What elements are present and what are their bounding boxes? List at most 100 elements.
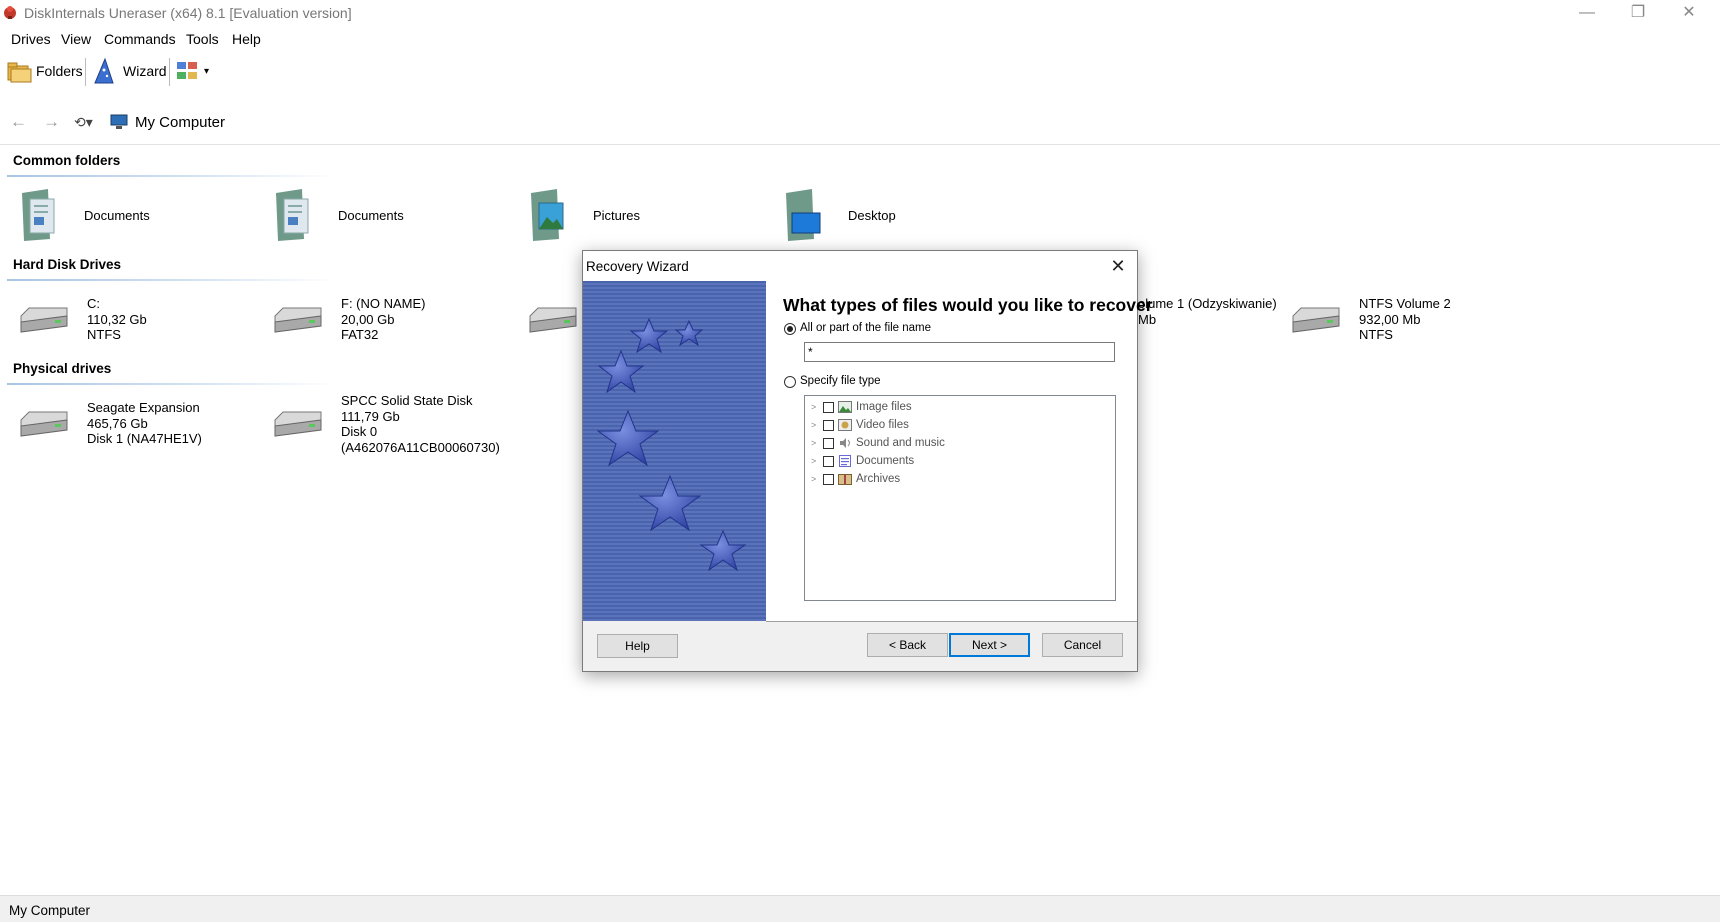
dialog-footer-divider bbox=[766, 621, 1137, 622]
drive-serial: (A462076A11CB00060730) bbox=[341, 439, 500, 455]
section-underline bbox=[7, 279, 337, 281]
window-title: DiskInternals Uneraser (x64) 8.1 [Evalua… bbox=[24, 5, 352, 21]
menu-view[interactable]: View bbox=[61, 31, 91, 47]
file-name-radio-label[interactable]: All or part of the file name bbox=[800, 322, 931, 334]
folder-item-desktop[interactable]: Desktop bbox=[782, 187, 896, 243]
drive-item-c[interactable]: C: 110,32 Gb NTFS bbox=[17, 296, 147, 343]
drive-name: NTFS Volume 2 bbox=[1359, 296, 1451, 311]
chevron-right-icon[interactable]: > bbox=[811, 456, 819, 466]
folders-button[interactable]: Folders bbox=[6, 56, 83, 86]
drive-size: 20,00 Gb bbox=[341, 311, 395, 327]
drive-size: 932,00 Mb bbox=[1359, 311, 1421, 327]
view-mode-button[interactable]: ▾ bbox=[176, 56, 209, 86]
file-type-tree[interactable]: > Image files > Video files > Sound and … bbox=[804, 395, 1116, 601]
status-bar bbox=[0, 895, 1720, 922]
drive-info: NTFS Volume 2 932,00 Mb NTFS bbox=[1359, 296, 1451, 343]
folder-item-documents[interactable]: Documents bbox=[272, 187, 404, 243]
folder-label: Desktop bbox=[848, 208, 896, 223]
folders-icon bbox=[7, 62, 32, 83]
desktop-folder-icon bbox=[786, 189, 821, 241]
dialog-title: Recovery Wizard bbox=[586, 259, 689, 274]
folder-item-pictures[interactable]: Pictures bbox=[527, 187, 640, 243]
folder-label: Pictures bbox=[593, 208, 640, 223]
file-type-radio-label[interactable]: Specify file type bbox=[800, 375, 881, 387]
file-name-input[interactable] bbox=[804, 342, 1115, 362]
computer-icon bbox=[110, 114, 128, 129]
restore-button[interactable]: ❐ bbox=[1615, 0, 1661, 26]
image-file-icon bbox=[838, 401, 852, 413]
folder-item-documents[interactable]: Documents bbox=[18, 187, 150, 243]
section-underline bbox=[7, 383, 337, 385]
history-icon[interactable]: ⟲▾ bbox=[74, 114, 93, 131]
tree-item-image-files[interactable]: > Image files bbox=[811, 399, 912, 415]
tree-label: Documents bbox=[856, 455, 915, 467]
drive-info: Seagate Expansion 465,76 Gb Disk 1 (NA47… bbox=[87, 400, 202, 447]
chevron-right-icon[interactable]: > bbox=[811, 402, 819, 412]
file-name-radio[interactable] bbox=[784, 323, 796, 335]
tree-label: Video files bbox=[856, 419, 909, 431]
documents-folder-icon bbox=[22, 189, 55, 241]
menu-help[interactable]: Help bbox=[232, 31, 261, 47]
minimize-button[interactable]: — bbox=[1564, 0, 1610, 26]
tree-item-sound-and-music[interactable]: > Sound and music bbox=[811, 435, 945, 451]
checkbox[interactable] bbox=[823, 401, 834, 413]
section-title-physical-drives: Physical drives bbox=[13, 361, 112, 376]
title-bar: DiskInternals Uneraser (x64) 8.1 [Evalua… bbox=[0, 0, 1720, 26]
section-title-common-folders: Common folders bbox=[13, 153, 121, 168]
checkbox[interactable] bbox=[823, 455, 834, 467]
menu-commands[interactable]: Commands bbox=[104, 31, 176, 47]
tree-label: Image files bbox=[856, 401, 912, 413]
file-type-radio[interactable] bbox=[784, 376, 796, 388]
dialog-close-button[interactable]: ✕ bbox=[1103, 254, 1133, 278]
checkbox[interactable] bbox=[823, 473, 834, 485]
folder-label: Documents bbox=[338, 208, 404, 223]
forward-arrow-icon[interactable]: → bbox=[43, 112, 60, 132]
wizard-label: Wizard bbox=[123, 63, 167, 79]
wizard-button[interactable]: Wizard bbox=[91, 56, 167, 86]
location-label[interactable]: My Computer bbox=[135, 114, 225, 131]
close-button[interactable]: ✕ bbox=[1666, 0, 1712, 26]
hard-drive-icon bbox=[20, 307, 68, 333]
back-arrow-icon[interactable]: ← bbox=[10, 112, 27, 132]
checkbox[interactable] bbox=[823, 437, 834, 449]
section-title-hard-disk-drives: Hard Disk Drives bbox=[13, 257, 122, 272]
view-mode-icon bbox=[177, 62, 197, 79]
drive-fs: FAT32 bbox=[341, 327, 379, 342]
physical-drive-seagate[interactable]: Seagate Expansion 465,76 Gb Disk 1 (NA47… bbox=[17, 400, 202, 447]
tree-label: Archives bbox=[856, 473, 901, 485]
drive-disk: Disk 1 (NA47HE1V) bbox=[87, 431, 202, 446]
document-file-icon bbox=[839, 455, 851, 467]
chevron-down-icon: ▾ bbox=[204, 65, 210, 77]
next-button[interactable]: Next > bbox=[949, 633, 1030, 657]
drive-name: Seagate Expansion bbox=[87, 400, 200, 415]
help-button[interactable]: Help bbox=[597, 634, 678, 658]
app-logo-icon bbox=[4, 6, 16, 19]
hard-drive-icon bbox=[529, 307, 577, 333]
folders-label: Folders bbox=[36, 63, 83, 79]
toolbar-separator bbox=[85, 58, 86, 86]
menu-drives[interactable]: Drives bbox=[11, 31, 51, 47]
status-text: My Computer bbox=[9, 903, 91, 918]
drive-disk: Disk 0 bbox=[341, 424, 378, 439]
back-button[interactable]: < Back bbox=[867, 633, 948, 657]
tree-label: Sound and music bbox=[856, 437, 945, 449]
chevron-right-icon[interactable]: > bbox=[811, 474, 819, 484]
tree-item-documents[interactable]: > Documents bbox=[811, 453, 914, 469]
physical-drive-spcc[interactable]: SPCC Solid State Disk 111,79 Gb Disk 0 (… bbox=[271, 393, 500, 455]
drive-item-f[interactable]: F: (NO NAME) 20,00 Gb FAT32 bbox=[271, 296, 426, 343]
tree-item-archives[interactable]: > Archives bbox=[811, 471, 900, 487]
folder-label: Documents bbox=[84, 208, 150, 223]
drive-name: olume 1 (Odzyskiwanie) bbox=[1138, 296, 1277, 311]
drive-info: F: (NO NAME) 20,00 Gb FAT32 bbox=[341, 296, 426, 343]
checkbox[interactable] bbox=[823, 419, 834, 431]
section-underline bbox=[7, 175, 337, 177]
tree-item-video-files[interactable]: > Video files bbox=[811, 417, 909, 433]
drive-item-ntfs-volume-2[interactable]: NTFS Volume 2 932,00 Mb NTFS bbox=[1289, 296, 1451, 343]
chevron-right-icon[interactable]: > bbox=[811, 438, 819, 448]
chevron-right-icon[interactable]: > bbox=[811, 420, 819, 430]
drive-name: SPCC Solid State Disk bbox=[341, 393, 473, 408]
menu-tools[interactable]: Tools bbox=[186, 31, 219, 47]
cancel-button[interactable]: Cancel bbox=[1042, 633, 1123, 657]
drive-info: C: 110,32 Gb NTFS bbox=[87, 296, 147, 343]
drive-item-volume-1[interactable] bbox=[526, 296, 580, 340]
